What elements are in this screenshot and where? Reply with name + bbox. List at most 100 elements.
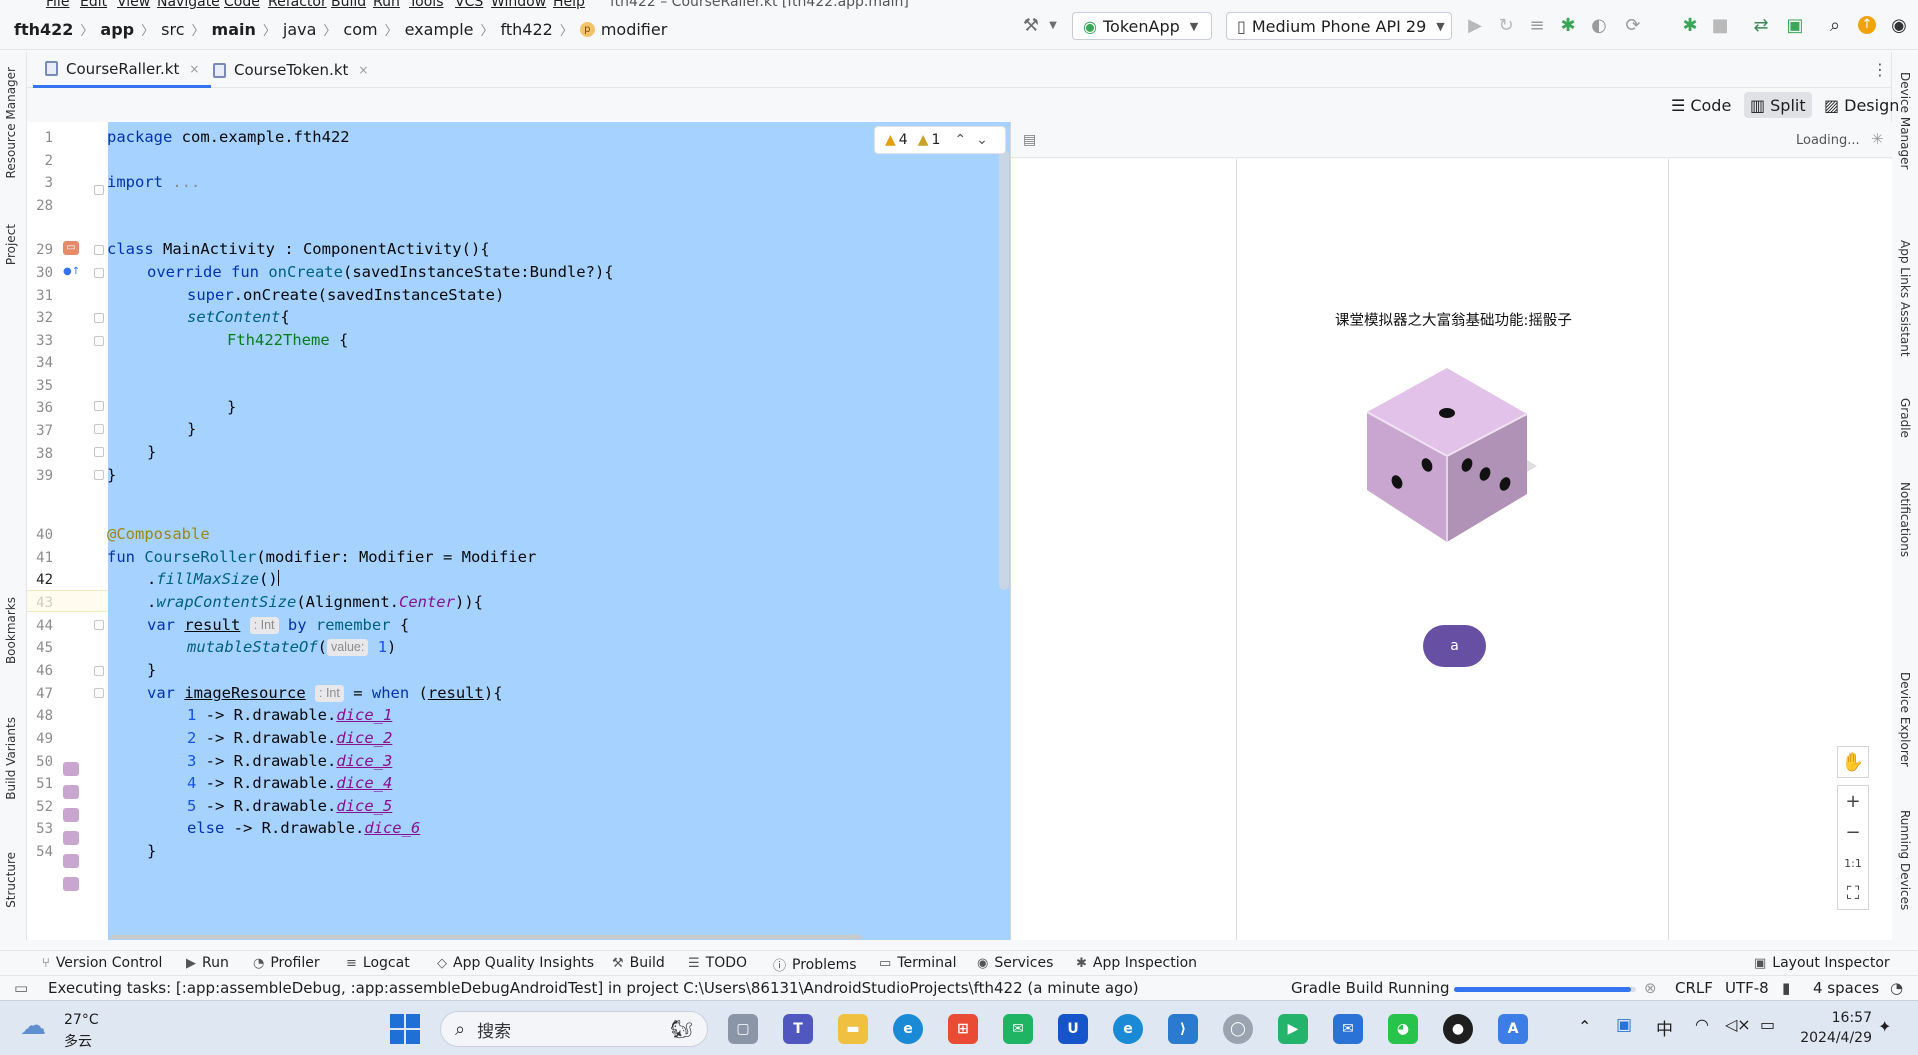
fold-icon[interactable] bbox=[94, 666, 104, 676]
menu-window[interactable]: Window bbox=[491, 0, 546, 10]
close-icon[interactable]: × bbox=[358, 63, 368, 77]
vscode-icon[interactable]: ⟩ bbox=[1168, 1014, 1198, 1044]
sync-gradle-icon[interactable]: ⇄ bbox=[1748, 10, 1774, 40]
override-icon[interactable]: ●↑ bbox=[63, 265, 80, 279]
volume-icon[interactable]: ◁× bbox=[1725, 1015, 1751, 1034]
edge-icon[interactable]: e bbox=[893, 1014, 923, 1044]
tool-profiler[interactable]: ◔ Profiler bbox=[253, 955, 320, 971]
breadcrumb-com[interactable]: com bbox=[343, 20, 377, 39]
menu-build[interactable]: Build bbox=[331, 0, 366, 10]
wifi-icon[interactable]: ◠ bbox=[1695, 1015, 1709, 1034]
update-icon[interactable]: ↑ bbox=[1854, 10, 1880, 40]
weather-cloud-icon[interactable]: ☁ bbox=[20, 1011, 46, 1041]
stop-icon[interactable]: ■ bbox=[1707, 10, 1733, 40]
fold-icon[interactable] bbox=[94, 447, 104, 457]
weather-desc[interactable]: 多云 bbox=[64, 1031, 92, 1051]
mode-design-button[interactable]: ▨ Design bbox=[1818, 92, 1905, 118]
tool-version-control[interactable]: ⑂ Version Control bbox=[42, 955, 162, 971]
tool-todo[interactable]: ☰ TODO bbox=[688, 955, 747, 971]
start-windows-icon[interactable] bbox=[390, 1014, 420, 1044]
zoom-out-button[interactable]: − bbox=[1837, 816, 1869, 848]
menu-refactor[interactable]: Refactor bbox=[268, 0, 327, 10]
search-icon[interactable]: ⌕ bbox=[1822, 10, 1848, 40]
menu-navigate[interactable]: Navigate bbox=[157, 0, 220, 10]
fold-icon[interactable] bbox=[94, 424, 104, 434]
wechat-work-icon[interactable]: ✉ bbox=[1003, 1014, 1033, 1044]
fold-icon[interactable] bbox=[94, 245, 104, 255]
preview-canvas[interactable]: 课堂模拟器之大富翁基础功能:摇骰子 a ✋ + − 1:1 ⛶ bbox=[1011, 159, 1892, 940]
horizontal-scrollbar[interactable] bbox=[110, 935, 862, 939]
gradle-status[interactable]: Gradle Build Running bbox=[1291, 979, 1450, 997]
device-dropdown[interactable]: ▯ Medium Phone API 29 ▼ bbox=[1226, 12, 1452, 40]
rerun-icon[interactable]: ↻ bbox=[1493, 10, 1519, 40]
ie-icon[interactable]: e bbox=[1113, 1014, 1143, 1044]
chevron-down-icon[interactable]: ▼ bbox=[1040, 10, 1066, 40]
fold-icon[interactable] bbox=[94, 313, 104, 323]
clock-time[interactable]: 16:57 bbox=[1802, 1010, 1872, 1026]
fold-icon[interactable] bbox=[94, 470, 104, 480]
weather-temp[interactable]: 27°C bbox=[64, 1012, 99, 1028]
tool-device-manager[interactable]: Device Manager bbox=[1898, 72, 1912, 169]
battery-icon[interactable]: ▭ bbox=[1760, 1015, 1775, 1034]
file-explorer-icon[interactable]: ▬ bbox=[838, 1014, 868, 1044]
tab-courseraller[interactable]: CourseRaller.kt × bbox=[33, 52, 212, 88]
fold-icon[interactable] bbox=[94, 185, 104, 195]
fold-icon[interactable] bbox=[94, 620, 104, 630]
tool-run[interactable]: ▶ Run bbox=[186, 955, 229, 971]
attach-debugger-icon[interactable]: ◐ bbox=[1586, 10, 1612, 40]
notification-bell-icon[interactable]: ✦ bbox=[1878, 1017, 1891, 1036]
run-config-dropdown[interactable]: ◉ TokenApp ▼ bbox=[1072, 12, 1212, 40]
tool-terminal[interactable]: ▭ Terminal bbox=[879, 955, 956, 971]
menu-edit[interactable]: Edit bbox=[80, 0, 107, 10]
teams-icon[interactable]: T bbox=[783, 1014, 813, 1044]
panel-toggle-icon[interactable]: ▭ bbox=[14, 979, 28, 997]
menu-view[interactable]: View bbox=[117, 0, 150, 10]
ime-indicator[interactable]: 中 bbox=[1656, 1015, 1673, 1040]
menu-code[interactable]: Code bbox=[224, 0, 260, 10]
account-icon[interactable]: ◉ bbox=[1886, 10, 1912, 40]
breadcrumb-module[interactable]: app bbox=[100, 20, 134, 39]
preview-toolbar-icon[interactable]: ▤ bbox=[1023, 132, 1036, 148]
chat-icon[interactable]: ◯ bbox=[1223, 1014, 1253, 1044]
apply-changes-icon[interactable]: ≡ bbox=[1524, 10, 1550, 40]
indent-setting[interactable]: 4 spaces bbox=[1813, 979, 1879, 997]
fold-icon[interactable] bbox=[94, 268, 104, 278]
close-icon[interactable]: × bbox=[189, 62, 199, 76]
debug-icon[interactable]: ✱ bbox=[1555, 10, 1581, 40]
wechat-icon[interactable]: ◕ bbox=[1388, 1014, 1418, 1044]
device-mirror-icon[interactable]: ▣ bbox=[1782, 10, 1808, 40]
zoom-fit-icon[interactable]: ⛶ bbox=[1837, 878, 1869, 910]
lock-icon[interactable]: ▮ bbox=[1782, 979, 1790, 997]
breadcrumb-src[interactable]: src bbox=[161, 20, 184, 39]
fold-icon[interactable] bbox=[94, 401, 104, 411]
more-vertical-icon[interactable]: ⋮ bbox=[1872, 60, 1888, 79]
tool-build-variants[interactable]: Build Variants bbox=[4, 717, 18, 800]
clock-date[interactable]: 2024/4/29 bbox=[1792, 1030, 1872, 1046]
menu-file[interactable]: File bbox=[46, 0, 69, 10]
chevron-up-icon[interactable]: ⌃ bbox=[954, 132, 966, 148]
profile-icon[interactable]: ⟳ bbox=[1620, 10, 1646, 40]
mode-split-button[interactable]: ▥ Split bbox=[1744, 92, 1812, 118]
mode-code-button[interactable]: ☰ Code bbox=[1665, 92, 1737, 118]
breadcrumb-example[interactable]: example bbox=[405, 20, 474, 39]
taskbar-search[interactable]: ⌕ 搜索 🐿 bbox=[440, 1011, 708, 1047]
tool-app-inspection[interactable]: ✱ App Inspection bbox=[1076, 955, 1197, 971]
attach-process-icon[interactable]: ✱ bbox=[1677, 10, 1703, 40]
tool-resource-manager[interactable]: Resource Manager bbox=[4, 67, 18, 178]
menu-tools[interactable]: Tools bbox=[409, 0, 444, 10]
tool-project[interactable]: Project bbox=[4, 224, 18, 265]
fold-icon[interactable] bbox=[94, 336, 104, 346]
tool-structure[interactable]: Structure bbox=[4, 852, 18, 908]
breadcrumb-project[interactable]: fth422 bbox=[14, 20, 73, 39]
file-encoding[interactable]: UTF-8 bbox=[1725, 979, 1769, 997]
memory-icon[interactable]: ◔ bbox=[1890, 979, 1903, 997]
tool-device-explorer[interactable]: Device Explorer bbox=[1898, 672, 1912, 767]
inspection-widget[interactable]: ▲ 4 ▲ 1 ⌃ ⌄ bbox=[874, 126, 1006, 154]
mail-icon[interactable]: ✉ bbox=[1333, 1014, 1363, 1044]
task-view-icon[interactable]: ▢ bbox=[728, 1014, 758, 1044]
breadcrumb-java[interactable]: java bbox=[283, 20, 317, 39]
tool-bookmarks[interactable]: Bookmarks bbox=[4, 597, 18, 664]
lenovo-icon[interactable]: U bbox=[1058, 1014, 1088, 1044]
tray-app-icon[interactable]: ▣ bbox=[1616, 1015, 1632, 1035]
breadcrumb-member[interactable]: modifier bbox=[601, 20, 667, 39]
